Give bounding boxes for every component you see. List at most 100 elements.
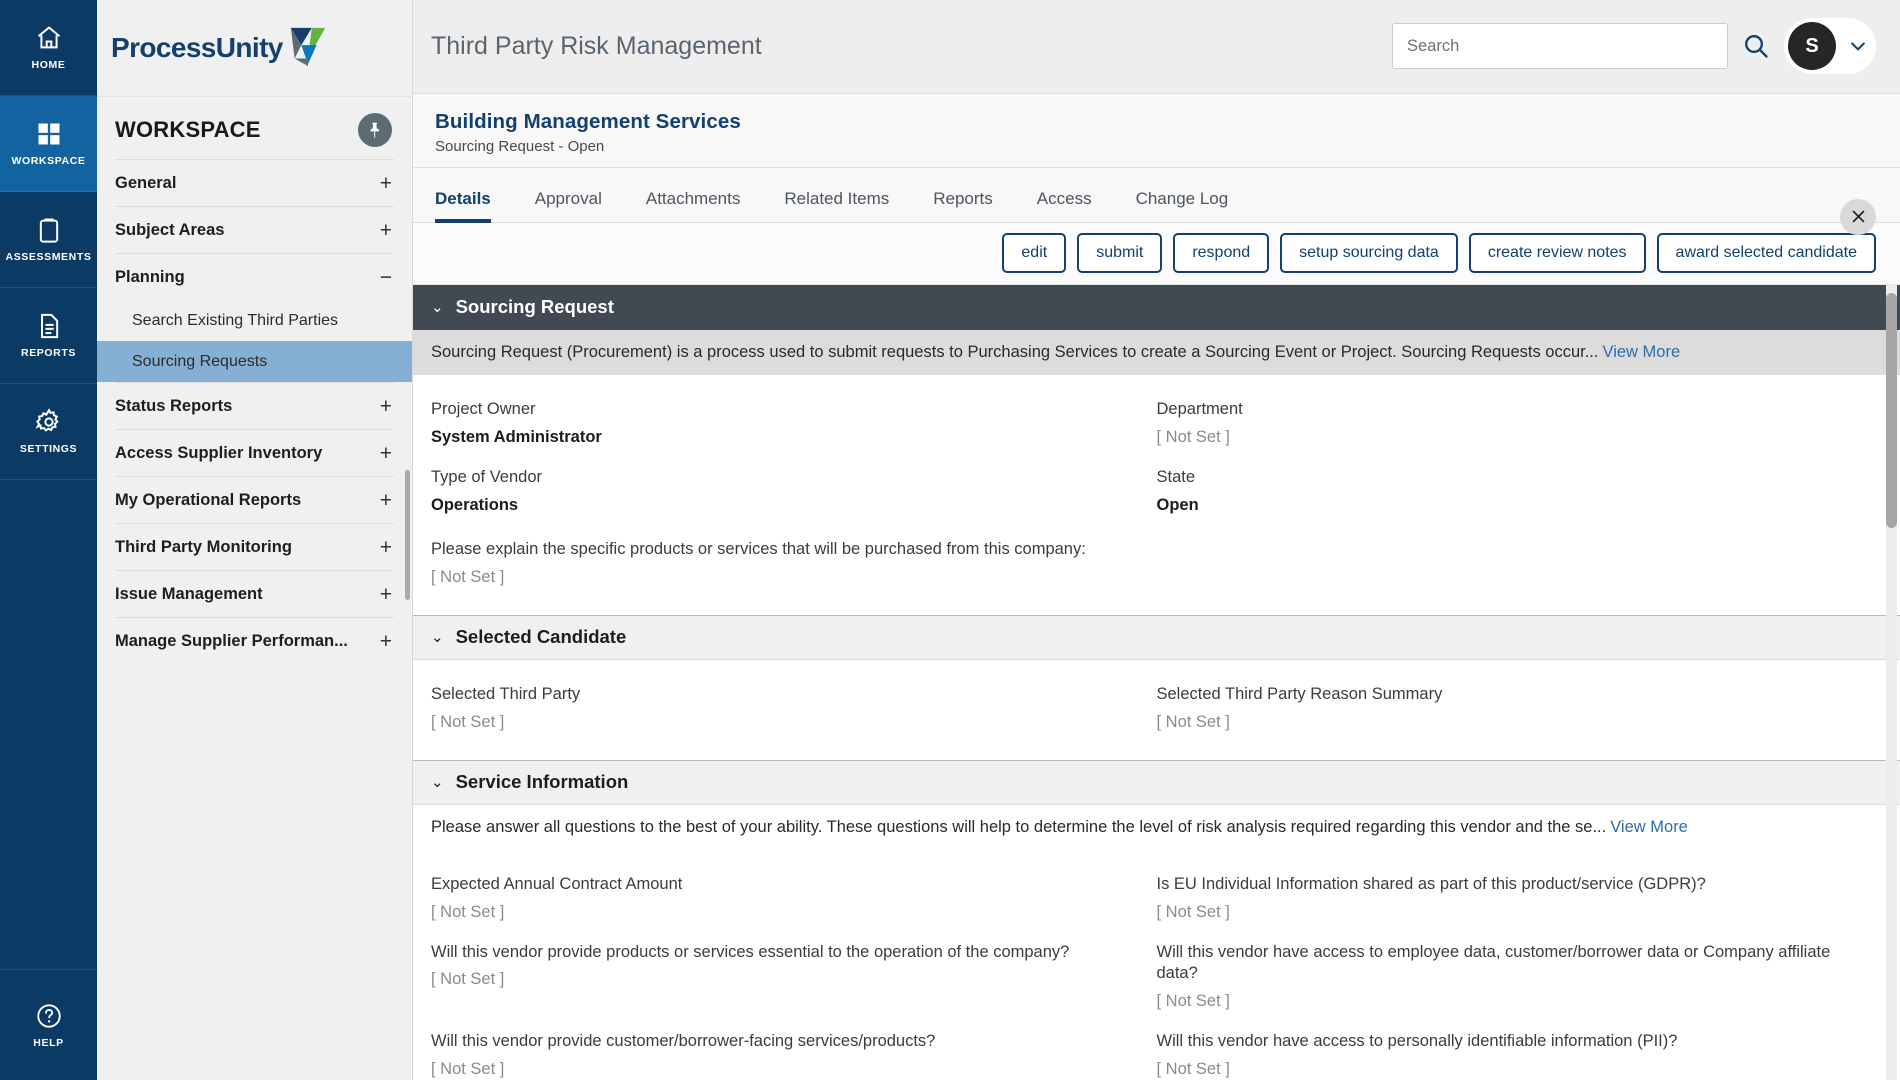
field-value: Operations (431, 495, 519, 514)
award-selected-candidate-button[interactable]: award selected candidate (1656, 233, 1876, 274)
sidebar-label-issue-management: Issue Management (115, 584, 263, 603)
tab-access[interactable]: Access (1015, 189, 1114, 222)
rail-item-workspace[interactable]: WORKSPACE (0, 96, 97, 192)
field-label: Expected Annual Contract Amount (431, 874, 683, 893)
content-scrollbar-thumb[interactable] (1886, 292, 1897, 528)
field-value: [ Not Set ] (431, 1060, 505, 1079)
planning-subnav: Search Existing Third Parties Sourcing R… (97, 300, 412, 382)
section-fields-service-information: Expected Annual Contract Amount [ Not Se… (413, 849, 1900, 1080)
tab-label-access: Access (1036, 188, 1092, 208)
home-icon (35, 24, 63, 52)
field-row: Project Owner System Administrator Depar… (431, 389, 1882, 457)
sidebar-item-general[interactable]: General + (115, 159, 394, 206)
sidebar-item-subject-areas[interactable]: Subject Areas + (115, 206, 394, 253)
field-label: Is EU Individual Information shared as p… (1156, 874, 1706, 893)
details-scroll-area[interactable]: ⌄ Sourcing Request Sourcing Request (Pro… (413, 284, 1900, 1080)
rail-item-home[interactable]: HOME (0, 0, 97, 96)
view-more-link-service-information[interactable]: View More (1610, 818, 1688, 836)
header-tools: S (1392, 18, 1876, 75)
section-title-selected-candidate: Selected Candidate (455, 626, 627, 648)
section-title-service-information: Service Information (455, 771, 629, 793)
rail-item-reports[interactable]: REPORTS (0, 288, 97, 384)
brand-logo[interactable]: ProcessUnity (97, 0, 412, 97)
field-value: [ Not Set ] (431, 567, 505, 586)
sidebar-item-search-existing-third-parties[interactable]: Search Existing Third Parties (97, 300, 412, 341)
expand-toggle-manage-supplier-performance[interactable]: + (380, 631, 394, 652)
field-label: Will this vendor provide customer/borrow… (431, 1032, 936, 1051)
search-box[interactable] (1392, 23, 1728, 70)
section-header-service-information[interactable]: ⌄ Service Information (413, 759, 1900, 805)
field-value: System Administrator (431, 427, 602, 446)
field-department: Department [ Not Set ] (1157, 389, 1883, 457)
close-icon[interactable] (1840, 198, 1876, 235)
field-label: Project Owner (431, 399, 536, 418)
app-root: HOME WORKSPACE ASSESSMENTS REPORTS SETTI (0, 0, 1900, 1080)
rail-item-assessments[interactable]: ASSESSMENTS (0, 192, 97, 288)
field-row: Selected Third Party [ Not Set ] Selecte… (431, 674, 1882, 742)
pin-icon[interactable] (358, 113, 392, 147)
expand-toggle-my-operational-reports[interactable]: + (380, 490, 394, 511)
sidebar-item-my-operational-reports[interactable]: My Operational Reports + (115, 476, 394, 523)
tab-approval[interactable]: Approval (513, 189, 624, 222)
rail-item-settings[interactable]: SETTINGS (0, 384, 97, 480)
submit-button[interactable]: submit (1077, 233, 1163, 274)
rail-item-help[interactable]: HELP (0, 970, 97, 1080)
setup-sourcing-data-button[interactable]: setup sourcing data (1280, 233, 1458, 274)
workspace-nav-list: General + Subject Areas + Planning − Sea… (97, 159, 412, 664)
tab-reports[interactable]: Reports (911, 189, 1015, 222)
field-row: Expected Annual Contract Amount [ Not Se… (431, 864, 1882, 932)
expand-toggle-issue-management[interactable]: + (380, 584, 394, 605)
sidebar-scrollbar-thumb[interactable] (405, 470, 410, 600)
record-header: Building Management Services Sourcing Re… (413, 93, 1900, 168)
processunity-logo-icon (287, 26, 329, 70)
collapse-toggle-planning[interactable]: − (380, 267, 394, 288)
section-description-service-information: Please answer all questions to the best … (413, 804, 1900, 850)
sidebar-item-issue-management[interactable]: Issue Management + (115, 570, 394, 617)
field-label: Will this vendor have access to personal… (1156, 1032, 1678, 1051)
question-circle-icon (35, 1002, 63, 1030)
view-more-link-sourcing-request[interactable]: View More (1602, 343, 1680, 361)
search-input[interactable] (1407, 36, 1713, 56)
rail-label-settings: SETTINGS (19, 443, 78, 455)
section-header-sourcing-request[interactable]: ⌄ Sourcing Request (413, 284, 1900, 330)
chevron-down-icon[interactable] (1848, 36, 1868, 56)
field-type-of-vendor: Type of Vendor Operations (431, 457, 1157, 525)
record-header-wrap: Building Management Services Sourcing Re… (413, 93, 1900, 285)
tab-details[interactable]: Details (435, 189, 513, 223)
sidebar-label-manage-supplier-performance: Manage Supplier Performan... (115, 631, 348, 650)
expand-toggle-access-supplier-inventory[interactable]: + (380, 443, 394, 464)
sidebar-item-access-supplier-inventory[interactable]: Access Supplier Inventory + (115, 429, 394, 476)
expand-toggle-general[interactable]: + (380, 173, 394, 194)
field-row: Will this vendor provide customer/borrow… (431, 1021, 1882, 1080)
field-label: State (1156, 467, 1196, 486)
section-header-selected-candidate[interactable]: ⌄ Selected Candidate (413, 614, 1900, 660)
field-label: Selected Third Party Reason Summary (1156, 684, 1443, 703)
tab-label-attachments: Attachments (645, 188, 741, 208)
create-review-notes-button[interactable]: create review notes (1468, 233, 1646, 274)
section-fields-sourcing-request: Project Owner System Administrator Depar… (413, 374, 1900, 615)
field-label: Will this vendor have access to employee… (1156, 942, 1831, 983)
sidebar-item-manage-supplier-performance[interactable]: Manage Supplier Performan... + (115, 617, 394, 664)
sidebar-item-sourcing-requests[interactable]: Sourcing Requests (97, 341, 412, 382)
clipboard-icon (35, 216, 63, 244)
sidebar-item-third-party-monitoring[interactable]: Third Party Monitoring + (115, 523, 394, 570)
expand-toggle-status-reports[interactable]: + (380, 396, 394, 417)
sidebar-item-planning[interactable]: Planning − (115, 253, 394, 300)
workspace-sidebar: ProcessUnity WORKSPACE General + Subject… (97, 0, 413, 1080)
tab-attachments[interactable]: Attachments (624, 189, 763, 222)
field-value: [ Not Set ] (1156, 992, 1230, 1011)
respond-button[interactable]: respond (1173, 233, 1270, 274)
expand-toggle-third-party-monitoring[interactable]: + (380, 537, 394, 558)
edit-button[interactable]: edit (1002, 233, 1067, 274)
top-bar: Third Party Risk Management S (413, 0, 1900, 94)
tab-change-log[interactable]: Change Log (1114, 189, 1251, 222)
expand-toggle-subject-areas[interactable]: + (380, 220, 394, 241)
workspace-header: WORKSPACE (97, 97, 412, 159)
field-essential-products-or-services: Will this vendor provide products or ser… (431, 932, 1157, 1022)
search-icon[interactable] (1742, 32, 1770, 60)
tab-related-items[interactable]: Related Items (762, 189, 911, 222)
page-title: Third Party Risk Management (431, 31, 762, 60)
action-toolbar: edit submit respond setup sourcing data … (413, 222, 1900, 285)
user-menu[interactable]: S (1784, 18, 1876, 75)
sidebar-item-status-reports[interactable]: Status Reports + (115, 382, 394, 429)
